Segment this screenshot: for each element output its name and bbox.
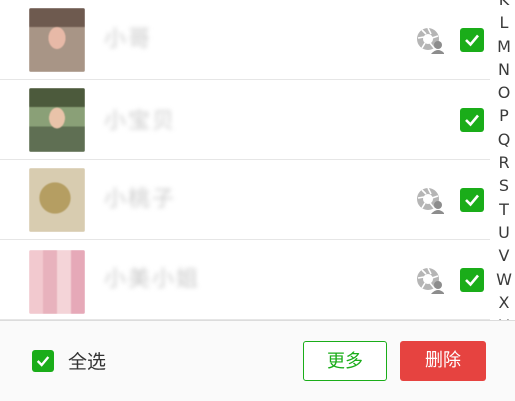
index-letter[interactable]: K	[499, 0, 510, 11]
camera-aperture-icon[interactable]	[416, 266, 445, 294]
contact-row[interactable]: 小哥	[0, 0, 490, 80]
index-letter[interactable]: Q	[498, 128, 511, 151]
contact-row[interactable]: 小美小姐	[0, 240, 490, 320]
index-letter[interactable]: P	[499, 104, 509, 127]
index-letter[interactable]: M	[497, 35, 511, 58]
contact-checkbox[interactable]	[460, 28, 484, 52]
contact-row[interactable]: 小桃子	[0, 160, 490, 240]
index-letter[interactable]: X	[499, 291, 510, 314]
checkmark-icon	[465, 34, 479, 47]
alphabet-index-bar[interactable]: K L M N O P Q R S T U V W X Y	[493, 0, 515, 335]
index-letter[interactable]: W	[496, 268, 512, 291]
index-letter[interactable]: O	[498, 81, 511, 104]
avatar	[29, 88, 85, 152]
contact-row[interactable]: 小宝贝	[0, 80, 490, 160]
contact-name: 小哥	[104, 27, 153, 52]
more-button[interactable]: 更多	[303, 341, 387, 381]
index-letter[interactable]: L	[500, 11, 509, 34]
camera-aperture-icon[interactable]	[416, 26, 445, 54]
index-letter[interactable]: R	[498, 151, 509, 174]
contact-list: 小哥 小宝贝 小桃子 小美小姐	[0, 0, 490, 320]
index-letter[interactable]: T	[499, 198, 509, 221]
bottom-action-bar: 全选 更多 删除	[0, 320, 515, 401]
camera-aperture-icon[interactable]	[416, 186, 445, 214]
contact-name: 小宝贝	[104, 109, 177, 134]
checkmark-icon	[465, 274, 479, 287]
avatar	[29, 168, 85, 232]
avatar	[29, 250, 85, 314]
contact-checkbox[interactable]	[460, 108, 484, 132]
avatar	[29, 8, 85, 72]
index-letter[interactable]: U	[498, 221, 510, 244]
contact-checkbox[interactable]	[460, 268, 484, 292]
checkmark-icon	[465, 194, 479, 207]
checkmark-icon	[465, 114, 479, 127]
delete-button[interactable]: 删除	[400, 341, 486, 381]
index-letter[interactable]: V	[499, 244, 510, 267]
index-letter[interactable]: S	[499, 174, 509, 197]
index-letter[interactable]: N	[498, 58, 510, 81]
contact-checkbox[interactable]	[460, 188, 484, 212]
contact-name: 小美小姐	[104, 267, 201, 292]
select-all-label[interactable]: 全选	[68, 347, 106, 374]
select-all-checkbox[interactable]	[32, 350, 54, 372]
checkmark-icon	[36, 356, 50, 367]
contact-name: 小桃子	[104, 187, 177, 212]
